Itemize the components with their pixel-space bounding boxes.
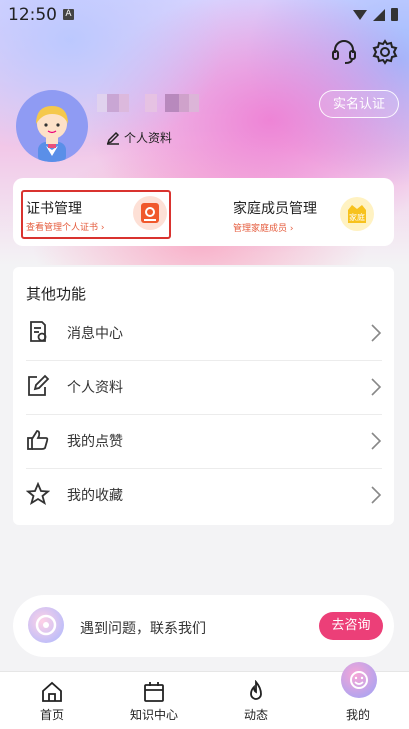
edit-profile-label: 个人资料 — [124, 131, 173, 145]
star-icon — [25, 481, 51, 506]
wifi-icon — [353, 10, 367, 20]
calendar-icon — [142, 680, 166, 704]
chevron-right-icon — [370, 322, 382, 344]
family-title: 家庭成员管理 — [233, 201, 317, 217]
list-item-label: 我的点赞 — [67, 434, 123, 450]
customer-service-icon[interactable] — [330, 38, 358, 66]
pencil-icon — [106, 131, 120, 145]
list-item-label: 我的收藏 — [67, 488, 123, 504]
list-item-my-favorites[interactable]: 我的收藏 — [25, 469, 382, 523]
settings-gear-icon[interactable] — [371, 38, 399, 66]
home-icon — [40, 680, 64, 704]
edit-icon — [26, 374, 50, 398]
consult-button[interactable]: 去咨询 — [319, 612, 383, 640]
notification-badge-icon: A — [63, 9, 74, 20]
certificate-management[interactable]: 证书管理 查看管理个人证书 › — [21, 190, 171, 239]
system-status-icons — [351, 7, 401, 27]
family-icon: 家庭 — [340, 197, 374, 231]
contact-us-text: 遇到问题，联系我们 — [80, 621, 206, 637]
list-item-label: 个人资料 — [67, 380, 123, 396]
nav-item-home[interactable]: 首页 — [12, 672, 92, 729]
nav-item-knowledge-center[interactable]: 知识中心 — [114, 672, 194, 729]
other-functions-panel: 其他功能 消息中心 个人资料 我的点赞 我的收藏 — [13, 267, 394, 525]
avatar[interactable] — [16, 90, 88, 162]
nav-label: 首页 — [39, 708, 64, 722]
certificate-title: 证书管理 — [26, 201, 82, 217]
certificate-icon — [133, 196, 167, 230]
battery-icon — [391, 8, 398, 21]
chevron-right-icon — [370, 484, 382, 506]
list-item-message-center[interactable]: 消息中心 — [26, 307, 382, 361]
nav-label: 动态 — [243, 708, 268, 722]
real-name-verify-button[interactable]: 实名认证 — [319, 90, 399, 118]
flame-icon — [244, 679, 268, 704]
certificate-subtitle: 查看管理个人证书 › — [26, 223, 105, 233]
nav-label: 我的 — [345, 708, 370, 722]
username-redacted — [97, 92, 205, 114]
feature-card: 证书管理 查看管理个人证书 › 家庭成员管理 管理家庭成员 › 家庭 — [13, 178, 394, 246]
chevron-right-icon — [370, 376, 382, 398]
list-item-my-likes[interactable]: 我的点赞 — [26, 415, 382, 469]
family-subtitle: 管理家庭成员 › — [233, 224, 294, 234]
thumbs-up-icon — [26, 428, 50, 452]
message-doc-icon — [26, 320, 50, 344]
edit-profile-link[interactable]: 个人资料 — [106, 129, 172, 146]
chevron-right-icon — [370, 430, 382, 452]
other-functions-title: 其他功能 — [26, 285, 87, 303]
status-bar: 12:50 A — [0, 0, 409, 30]
avatar-illustration-icon — [36, 106, 68, 162]
nav-item-updates[interactable]: 动态 — [216, 672, 296, 729]
status-time: 12:50 — [8, 5, 57, 25]
family-icon-label: 家庭 — [349, 212, 365, 222]
contact-us-card: 遇到问题，联系我们 去咨询 — [13, 595, 394, 657]
list-item-label: 消息中心 — [67, 326, 123, 342]
smile-icon[interactable] — [341, 662, 377, 698]
list-item-personal-info[interactable]: 个人资料 — [26, 361, 382, 415]
signal-icon — [373, 9, 385, 21]
support-chat-icon — [28, 607, 64, 643]
nav-label: 知识中心 — [129, 708, 178, 722]
